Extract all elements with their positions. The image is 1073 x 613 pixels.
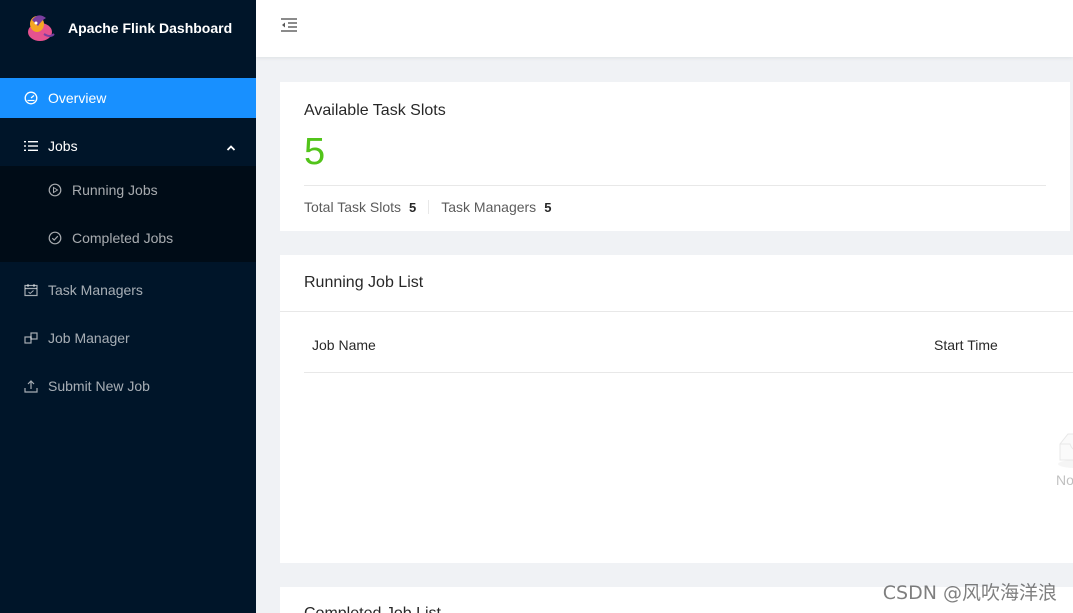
sidebar-item-overview[interactable]: Overview — [0, 78, 256, 118]
sidebar-item-label: Running Jobs — [72, 182, 158, 198]
running-job-list-card: Running Job List Job Name Start Time No — [280, 255, 1073, 563]
card-title: Running Job List — [280, 255, 1073, 312]
cluster-icon — [24, 331, 38, 345]
upload-icon — [24, 379, 38, 393]
sidebar: Apache Flink Dashboard Overview Jobs Run… — [0, 0, 256, 613]
sidebar-item-label: Completed Jobs — [72, 230, 174, 246]
card-title: Available Task Slots — [304, 102, 446, 119]
sidebar-item-job-manager[interactable]: Job Manager — [0, 318, 256, 358]
empty-text: No — [1056, 472, 1073, 488]
header — [256, 0, 1073, 57]
table-header: Job Name Start Time — [304, 337, 1073, 373]
side-menu: Overview Jobs Running Jobs Completed Job… — [0, 78, 256, 406]
column-header-start-time[interactable]: Start Time — [934, 337, 1073, 372]
schedule-icon — [24, 283, 38, 297]
list-icon — [24, 139, 38, 153]
card-title: Completed Job List — [304, 605, 1049, 613]
check-circle-icon — [48, 231, 62, 245]
task-managers-value: 5 — [544, 199, 552, 215]
available-task-slots-card: Available Task Slots 5 Total Task Slots … — [280, 82, 1070, 231]
column-header-job-name[interactable]: Job Name — [304, 337, 934, 372]
total-slots-value: 5 — [409, 199, 417, 215]
empty-box-icon — [1056, 420, 1073, 470]
running-jobs-table: Job Name Start Time — [304, 337, 1073, 373]
sidebar-item-label: Overview — [48, 90, 107, 106]
chevron-up-icon — [226, 140, 236, 156]
dashboard-icon — [24, 91, 38, 105]
flink-logo-icon — [24, 12, 56, 44]
sidebar-item-completed-jobs[interactable]: Completed Jobs — [0, 214, 256, 262]
task-managers-label: Task Managers — [441, 199, 537, 215]
divider — [428, 200, 430, 214]
play-circle-icon — [48, 183, 62, 197]
sidebar-item-running-jobs[interactable]: Running Jobs — [0, 166, 256, 214]
jobs-submenu: Running Jobs Completed Jobs — [0, 166, 256, 262]
slots-footer: Total Task Slots 5 Task Managers 5 — [304, 199, 1046, 215]
logo[interactable]: Apache Flink Dashboard — [0, 0, 256, 56]
sidebar-item-submit-new-job[interactable]: Submit New Job — [0, 366, 256, 406]
sidebar-item-label: Task Managers — [48, 282, 143, 298]
menu-fold-icon[interactable] — [280, 16, 298, 34]
total-slots-label: Total Task Slots — [304, 199, 402, 215]
app-title: Apache Flink Dashboard — [68, 20, 233, 36]
sidebar-item-label: Job Manager — [48, 330, 130, 346]
sidebar-item-label: Jobs — [48, 138, 78, 154]
watermark: CSDN @风吹海洋浪 — [882, 582, 1057, 604]
sidebar-item-jobs[interactable]: Jobs — [0, 126, 256, 166]
divider — [304, 185, 1046, 186]
sidebar-item-task-managers[interactable]: Task Managers — [0, 270, 256, 310]
sidebar-item-label: Submit New Job — [48, 378, 150, 394]
available-slots-value: 5 — [304, 131, 326, 173]
